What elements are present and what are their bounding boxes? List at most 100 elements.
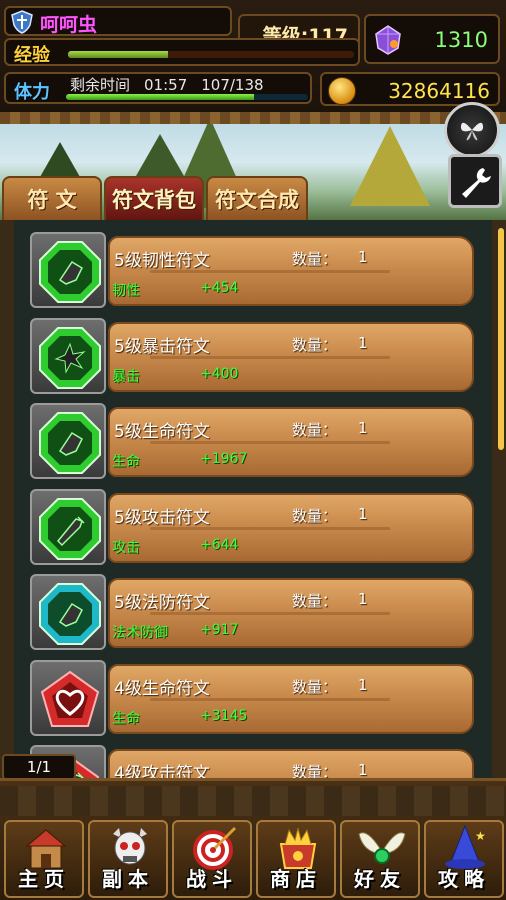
stat-label: 攻击 xyxy=(112,539,140,556)
rune-row[interactable]: 4级生命符文 数量： 1 生命 +3145 xyxy=(30,659,474,738)
status-bar: 呵呵虫 等级:117 经验 体力 剩余时间 01:57 107/138 1310 3… xyxy=(0,0,506,112)
tab-rune-synthesis[interactable]: 符文合成 xyxy=(206,176,308,222)
stat-label: 暴击 xyxy=(112,368,140,385)
stamina-timer: 01:57 xyxy=(144,76,188,94)
settings-orb-button[interactable] xyxy=(444,102,500,158)
rune-plank[interactable]: 5级攻击符文 数量： 1 攻击 +644 xyxy=(108,492,474,563)
quantity-label: 数量： xyxy=(292,250,338,268)
rune-row[interactable]: 5级攻击符文 数量： 1 攻击 +644 xyxy=(30,488,474,567)
experience-bar-fill xyxy=(68,51,169,58)
stat-value: +400 xyxy=(200,365,239,382)
rune-plank[interactable]: 5级暴击符文 数量： 1 暴击 +400 xyxy=(108,321,474,392)
quantity-label: 数量： xyxy=(292,335,338,354)
rune-name: 5级攻击符文 xyxy=(114,507,210,528)
gold-coin-icon xyxy=(328,77,356,105)
quantity-value: 1 xyxy=(358,419,368,437)
attack-rune-icon xyxy=(39,497,101,560)
quantity-value: 1 xyxy=(358,675,368,694)
rune-name: 5级暴击符文 xyxy=(114,336,210,357)
nav-button-home[interactable]: 主页 xyxy=(4,820,84,898)
nav-label: 好友 xyxy=(354,867,406,891)
heart-rune-icon xyxy=(40,670,100,727)
wrench-button[interactable] xyxy=(448,154,502,208)
nav-label: 战斗 xyxy=(186,867,238,891)
life-rune-icon xyxy=(39,412,101,474)
stamina-bar-fill xyxy=(66,94,254,100)
crit-rune-icon xyxy=(39,326,101,389)
rune-name: 5级法防符文 xyxy=(114,593,210,613)
gem-panel[interactable]: 1310 xyxy=(364,14,500,64)
rune-row[interactable]: 5级法防符文 数量： 1 法术防御 +917 xyxy=(30,574,474,652)
rune-row[interactable]: 5级韧性符文 数量： 1 韧性 +454 xyxy=(30,232,474,310)
quantity-value: 1 xyxy=(358,590,368,608)
gold-panel[interactable]: 32864116 xyxy=(320,72,500,106)
rune-icon-slot[interactable] xyxy=(30,574,106,650)
nav-button-target[interactable]: 战斗 xyxy=(172,820,252,898)
quantity-value: 1 xyxy=(358,333,368,352)
tree-decoration xyxy=(350,126,430,206)
nav-label: 攻略 xyxy=(438,867,490,891)
quantity-value: 1 xyxy=(358,761,368,779)
rune-icon-slot[interactable] xyxy=(30,317,106,394)
experience-bar xyxy=(68,51,354,58)
stat-label: 生命 xyxy=(112,454,140,470)
stat-value: +3145 xyxy=(200,707,248,724)
nav-label: 副本 xyxy=(102,867,154,891)
quantity-label: 数量： xyxy=(292,592,338,610)
quantity-value: 1 xyxy=(358,504,368,523)
quantity-label: 数量： xyxy=(292,677,338,696)
stat-value: +917 xyxy=(200,622,239,638)
experience-panel: 经验 xyxy=(4,38,360,66)
nav-label: 主页 xyxy=(18,867,70,891)
rune-icon-slot[interactable] xyxy=(30,488,106,565)
rune-plank[interactable]: 5级韧性符文 数量： 1 韧性 +454 xyxy=(108,236,474,306)
tab-runes[interactable]: 符 文 xyxy=(2,176,102,222)
rune-list[interactable]: 5级韧性符文 数量： 1 韧性 +454 5级暴击符文 数量： 1 暴击 +400 5级生命符文 数量… xyxy=(0,220,506,782)
rune-row[interactable]: 4级攻击符文 数量： 1 xyxy=(30,745,474,782)
shield-icon xyxy=(11,10,33,34)
stamina-count: 107/138 xyxy=(201,76,264,94)
nav-button-wings[interactable]: 好友 xyxy=(340,820,420,898)
stamina-info: 剩余时间 01:57 107/138 xyxy=(70,74,278,95)
nav-button-wizard-hat[interactable]: ★ 攻略 xyxy=(424,820,504,898)
rune-plank[interactable]: 5级生命符文 数量： 1 生命 +1967 xyxy=(108,407,474,477)
nav-button-skull[interactable]: 副本 xyxy=(88,820,168,898)
wrench-icon xyxy=(462,168,491,198)
stamina-label: 体力 xyxy=(14,82,50,103)
stat-value: +1967 xyxy=(200,451,248,467)
stat-value: +454 xyxy=(200,280,239,296)
quantity-value: 1 xyxy=(358,248,368,266)
page-indicator: 1/1 xyxy=(2,754,76,780)
nav-button-shop[interactable]: 商店 xyxy=(256,820,336,898)
gold-count: 32864116 xyxy=(388,79,490,103)
player-name: 呵呵虫 xyxy=(40,14,98,36)
stamina-panel: 体力 剩余时间 01:57 107/138 xyxy=(4,72,312,104)
rune-name: 5级生命符文 xyxy=(114,422,210,442)
rune-name: 4级生命符文 xyxy=(114,678,210,699)
tab-rune-bag[interactable]: 符文背包 xyxy=(104,176,204,222)
stamina-remaining-label: 剩余时间 xyxy=(70,76,131,94)
nav-label: 商店 xyxy=(270,867,322,891)
stat-label: 法术防御 xyxy=(112,625,168,641)
stat-value: +644 xyxy=(200,536,239,553)
gem-count: 1310 xyxy=(434,28,488,52)
stat-label: 生命 xyxy=(112,710,140,727)
rune-row[interactable]: 5级暴击符文 数量： 1 暴击 +400 xyxy=(30,317,474,396)
player-name-panel[interactable]: 呵呵虫 xyxy=(4,6,232,36)
rune-row[interactable]: 5级生命符文 数量： 1 生命 +1967 xyxy=(30,403,474,481)
svg-text:★: ★ xyxy=(475,829,486,843)
rune-plank[interactable]: 5级法防符文 数量： 1 法术防御 +917 xyxy=(108,578,474,648)
magic-defense-rune-icon xyxy=(39,583,101,645)
scrollbar[interactable] xyxy=(498,228,504,450)
butterfly-icon xyxy=(460,122,484,141)
nav-strip-decoration xyxy=(0,786,506,816)
rune-name: 5级韧性符文 xyxy=(114,251,210,271)
rope-divider xyxy=(0,112,506,124)
quantity-label: 数量： xyxy=(292,421,338,439)
rune-icon-slot[interactable] xyxy=(30,403,106,479)
stat-label: 韧性 xyxy=(112,283,140,299)
rune-icon-slot[interactable] xyxy=(30,659,106,736)
rune-icon-slot[interactable] xyxy=(30,232,106,308)
rune-plank[interactable]: 4级生命符文 数量： 1 生命 +3145 xyxy=(108,663,474,734)
experience-label: 经验 xyxy=(14,45,50,66)
